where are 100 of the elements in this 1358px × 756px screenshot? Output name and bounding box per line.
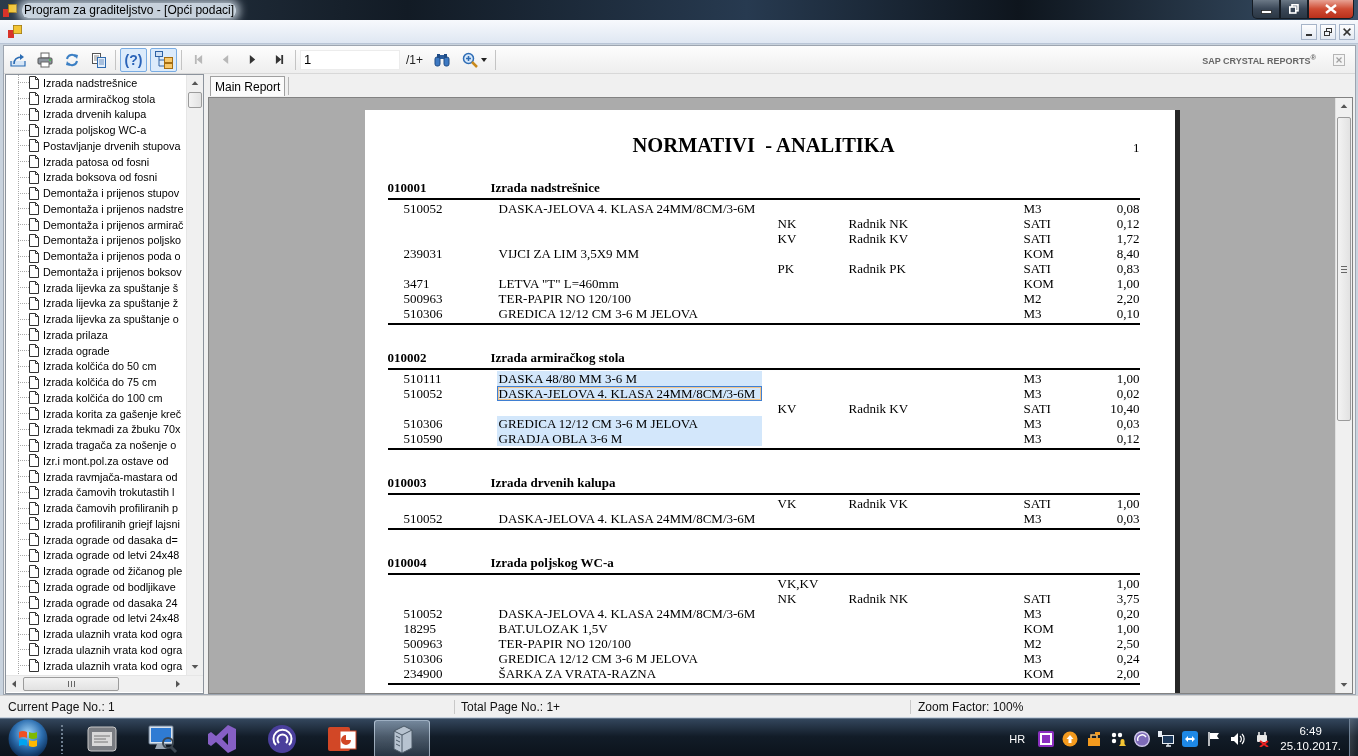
tree-item[interactable]: Izrada kolčića do 75 cm bbox=[29, 375, 158, 389]
upload-icon[interactable] bbox=[1062, 730, 1079, 747]
taskbar-button[interactable] bbox=[374, 719, 430, 756]
crew-code: NK bbox=[777, 216, 797, 231]
item-description: TER-PAPIR NO 120/100 bbox=[497, 636, 632, 651]
document-icon bbox=[29, 391, 39, 405]
tree-item[interactable]: Izrada ograde od letvi 24x48 bbox=[29, 611, 181, 625]
bell-icon[interactable] bbox=[1110, 730, 1127, 747]
tree-item[interactable]: Izrada ograde bbox=[29, 344, 111, 358]
close-button[interactable] bbox=[1339, 23, 1355, 40]
quantity-value: 0,03 bbox=[1116, 416, 1140, 431]
show-desktop-button[interactable] bbox=[1349, 719, 1358, 756]
ring-icon[interactable] bbox=[1134, 730, 1151, 747]
caret-icon bbox=[480, 57, 487, 62]
vertical-scrollbar[interactable] bbox=[186, 75, 203, 675]
unit-label: SATI bbox=[1023, 231, 1051, 246]
tree-item[interactable]: Izrada kolčića do 100 cm bbox=[29, 391, 164, 405]
document-icon bbox=[29, 92, 39, 106]
tree-item[interactable]: Izrada čamovih trokutastih l bbox=[29, 485, 176, 499]
document-icon bbox=[29, 312, 39, 326]
unit-label: M3 bbox=[1023, 201, 1042, 216]
tree-item[interactable]: Izrada nadstrešnice bbox=[29, 76, 139, 90]
minimize-button[interactable] bbox=[1301, 23, 1317, 40]
document-icon bbox=[29, 359, 39, 373]
tree-item[interactable]: Izrada ograde od letvi 24x48 bbox=[29, 548, 181, 562]
tree-item[interactable]: Izr.i mont.pol.za ostave od bbox=[29, 454, 170, 468]
notebook-icon[interactable] bbox=[1038, 730, 1055, 747]
quantity-value: 2,50 bbox=[1116, 636, 1140, 651]
tree-item[interactable]: Izrada ulaznih vrata kod ogra bbox=[29, 659, 184, 673]
tree-item[interactable]: Izrada lijevka za spuštanje ž bbox=[29, 296, 180, 310]
tree-item[interactable]: Izrada ograde od bodljikave bbox=[29, 580, 177, 594]
start-button[interactable] bbox=[8, 718, 48, 756]
clock-time[interactable]: 6:49 bbox=[1299, 723, 1322, 739]
scroll-thumb[interactable] bbox=[188, 92, 202, 108]
document-icon bbox=[29, 155, 39, 169]
scroll-thumb[interactable] bbox=[1337, 117, 1351, 421]
arrows-icon[interactable] bbox=[1182, 730, 1199, 747]
refresh-icon bbox=[64, 51, 80, 68]
item-description: TER-PAPIR NO 120/100 bbox=[497, 291, 632, 306]
tree-item[interactable]: Izrada ograde od dasaka 24 bbox=[29, 596, 179, 610]
tree-item[interactable]: Izrada ograde od žičanog ple bbox=[29, 564, 184, 578]
tree-item[interactable]: Postavljanje drvenih stupova bbox=[29, 139, 182, 153]
tree-item[interactable]: Izrada lijevka za spuštanje š bbox=[29, 281, 180, 295]
restore-button[interactable] bbox=[1320, 23, 1336, 40]
quantity-value: 0,12 bbox=[1116, 216, 1140, 231]
crew-code: KV bbox=[777, 231, 797, 246]
tree-item[interactable]: Demontaža i prijenos poda o bbox=[29, 249, 182, 263]
minimize-button[interactable] bbox=[1252, 0, 1280, 19]
tree-item[interactable]: Izrada kolčića do 50 cm bbox=[29, 359, 158, 373]
plug-icon[interactable] bbox=[1254, 730, 1271, 747]
restore-button[interactable] bbox=[1280, 0, 1308, 19]
tree-item[interactable]: Izrada poljskog WC-a bbox=[29, 123, 148, 137]
page-count: /1+ bbox=[406, 52, 423, 67]
crew-code: VK bbox=[777, 496, 797, 511]
vertical-scrollbar[interactable] bbox=[1335, 98, 1352, 693]
document-icon bbox=[29, 296, 39, 310]
tree-item[interactable]: Izrada tekmadi za žbuku 70x bbox=[29, 422, 182, 436]
item-description: ŠARKA ZA VRATA-RAZNA bbox=[497, 666, 658, 681]
unit-label: KOM bbox=[1023, 246, 1054, 261]
scroll-thumb[interactable] bbox=[23, 677, 119, 691]
unit-label: SATI bbox=[1023, 261, 1051, 276]
tree-item[interactable]: Izrada ulaznih vrata kod ogra bbox=[29, 627, 184, 641]
tree-item[interactable]: Demontaža i prijenos boksov bbox=[29, 265, 183, 279]
item-description: LETVA "T" L=460mm bbox=[497, 276, 620, 291]
tree-item[interactable]: Demontaža i prijenos stupov bbox=[29, 186, 181, 200]
minimize-icon bbox=[1306, 33, 1312, 36]
bag-icon[interactable] bbox=[1086, 730, 1103, 747]
tree-item[interactable]: Izrada ograde od dasaka d= bbox=[29, 533, 179, 547]
page-number: 1 bbox=[1133, 139, 1140, 156]
tree-item[interactable]: Izrada boksova od fosni bbox=[29, 170, 159, 184]
item-description: BAT.ULOZAK 1,5V bbox=[497, 621, 609, 636]
tree-item[interactable]: Izrada čamovih profiliranih p bbox=[29, 501, 180, 515]
quantity-value: 1,00 bbox=[1116, 576, 1140, 591]
language-indicator[interactable]: HR bbox=[1009, 732, 1026, 745]
tree-item[interactable]: Izrada prilaza bbox=[29, 328, 109, 342]
horizontal-scrollbar[interactable] bbox=[6, 676, 186, 692]
tree-item[interactable]: Izrada profiliranih griejf lajsni bbox=[29, 517, 181, 531]
tree-item[interactable]: Izrada ulaznih vrata kod ogra bbox=[29, 643, 184, 657]
tree-item[interactable]: Demontaža i prijenos armirač bbox=[29, 218, 185, 232]
tree-item[interactable]: Izrada patosa od fosni bbox=[29, 155, 151, 169]
tree-item[interactable]: Izrada tragača za nošenje o bbox=[29, 438, 178, 452]
worker-name: Radnik KV bbox=[848, 231, 909, 246]
tree-item[interactable]: Demontaža i prijenos poljsko bbox=[29, 233, 183, 247]
page-number-field[interactable]: 1 bbox=[300, 49, 400, 70]
document-icon bbox=[29, 596, 39, 610]
tree-item[interactable]: Izrada korita za gašenje kreč bbox=[29, 407, 183, 421]
network-icon[interactable] bbox=[1158, 730, 1175, 747]
tree-item[interactable]: Izrada armiračkog stola bbox=[29, 92, 157, 106]
clock-date[interactable]: 25.10.2017. bbox=[1280, 738, 1341, 754]
tree-item[interactable]: Izrada ravmjača-mastara od bbox=[29, 470, 179, 484]
group-tree-toggle[interactable] bbox=[150, 47, 177, 72]
help-button[interactable]: (?) bbox=[120, 47, 147, 72]
unit-label: M2 bbox=[1023, 636, 1042, 651]
tree-item[interactable]: Izrada lijevka za spuštanje o bbox=[29, 312, 180, 326]
tree-item[interactable]: Demontaža i prijenos nadstre bbox=[29, 202, 185, 216]
report-tab[interactable]: Main Report bbox=[210, 76, 286, 96]
grip-icon bbox=[1341, 265, 1347, 273]
tree-item[interactable]: Izrada drvenih kalupa bbox=[29, 107, 148, 121]
unit-label: M3 bbox=[1023, 651, 1042, 666]
close-button[interactable] bbox=[1308, 0, 1354, 19]
